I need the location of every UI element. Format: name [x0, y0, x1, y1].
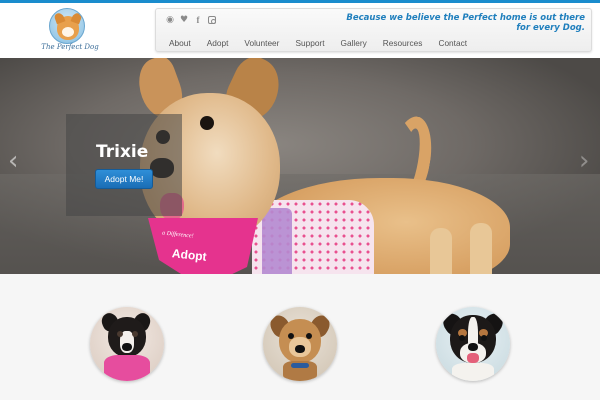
dog-leg	[430, 228, 452, 274]
facebook-icon[interactable]: f	[194, 15, 202, 25]
social-links: ◉ ♥ f	[166, 14, 216, 26]
hero-slider: a Difference! Adopt Trixie Adopt Me! ‹ ›	[0, 58, 600, 274]
dog-eye-right	[200, 116, 214, 130]
adopt-me-button[interactable]: Adopt Me!	[95, 169, 153, 189]
dog-thumbnail-1[interactable]	[90, 307, 164, 381]
instagram-icon[interactable]	[208, 16, 216, 24]
slide-caption: Trixie Adopt Me!	[66, 114, 182, 216]
featured-dogs	[0, 274, 600, 400]
site-logo[interactable]: The Perfect Dog	[40, 8, 99, 54]
logo-text: The Perfect Dog	[41, 43, 99, 51]
nav-item-volunteer[interactable]: Volunteer	[236, 37, 287, 49]
nav-item-resources[interactable]: Resources	[375, 37, 431, 49]
site-header: The Perfect Dog ◉ ♥ f Because we believe…	[0, 3, 600, 58]
nav-item-contact[interactable]: Contact	[430, 37, 475, 49]
dog-leg	[470, 223, 492, 274]
site-tagline: Because we believe the Perfect home is o…	[346, 13, 585, 33]
rss-icon[interactable]: ◉	[166, 15, 174, 25]
slider-next-arrow[interactable]: ›	[579, 146, 589, 176]
nav-panel: ◉ ♥ f Because we believe the Perfect hom…	[155, 8, 592, 52]
nav-item-support[interactable]: Support	[287, 37, 332, 49]
main-nav: About Adopt Volunteer Support Gallery Re…	[161, 37, 475, 49]
nav-item-adopt[interactable]: Adopt	[199, 37, 237, 49]
dog-harness	[262, 208, 292, 274]
slider-prev-arrow[interactable]: ‹	[8, 146, 18, 176]
dog-thumbnail-2[interactable]	[263, 307, 337, 381]
twitter-icon[interactable]: ♥	[180, 15, 188, 25]
nav-item-about[interactable]: About	[161, 37, 199, 49]
dog-name: Trixie	[96, 142, 149, 162]
logo-dog-icon	[57, 16, 79, 40]
nav-item-gallery[interactable]: Gallery	[333, 37, 375, 49]
dog-thumbnail-3[interactable]	[436, 307, 510, 381]
logo-badge	[49, 8, 85, 44]
